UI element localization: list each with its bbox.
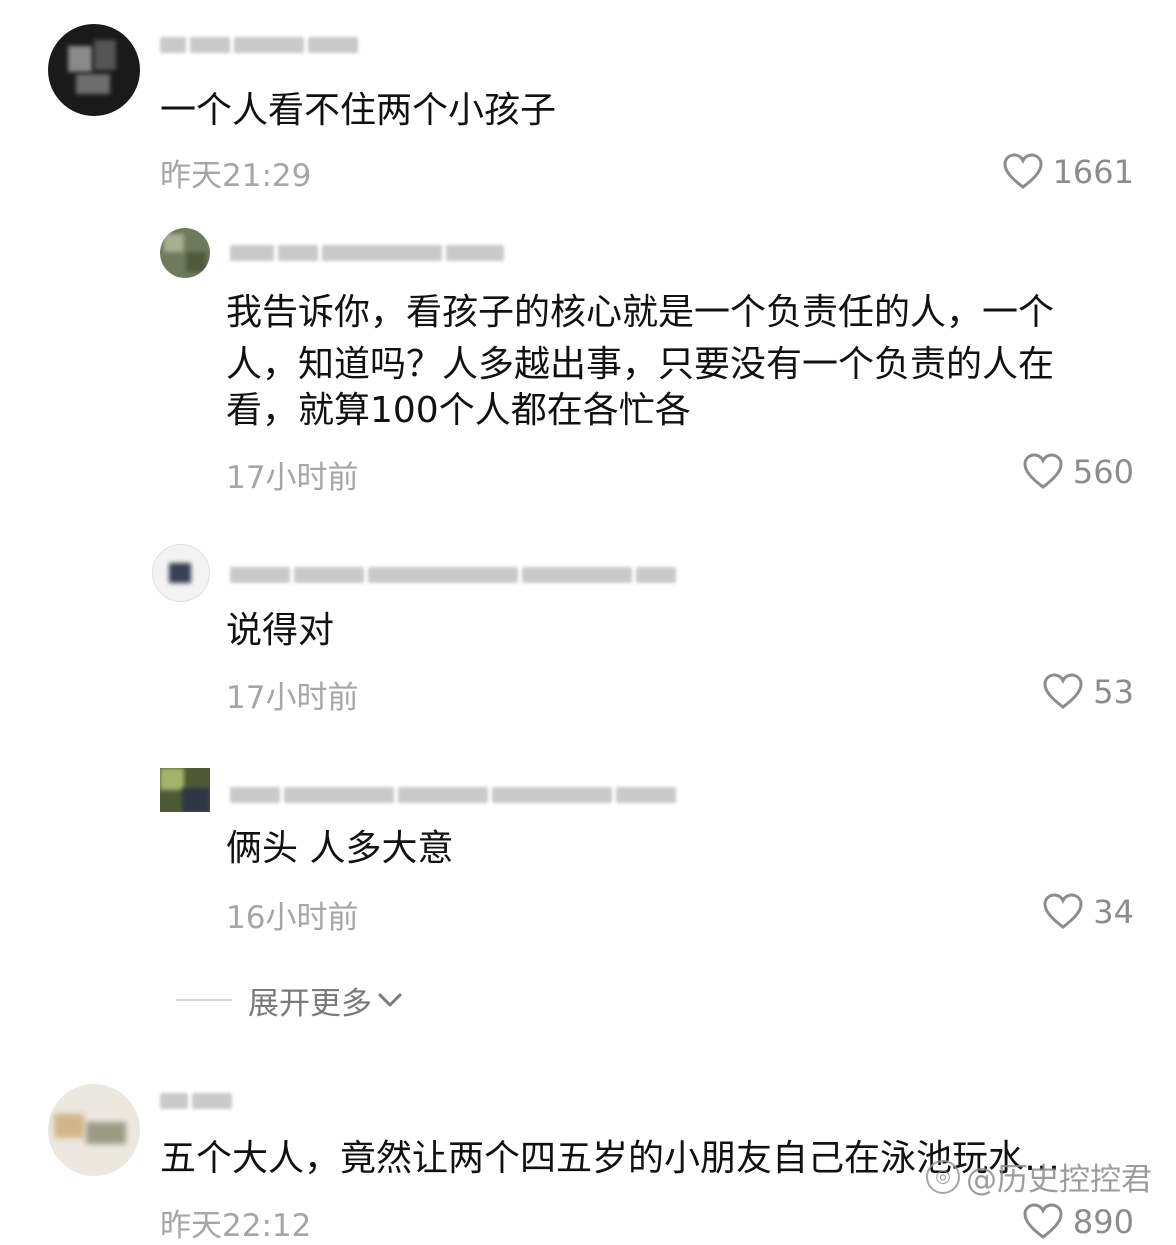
like-button[interactable]: 560 [1023,450,1134,494]
comment-time: 昨天21:29 [160,158,312,194]
comment-time: 17小时前 [226,680,359,716]
comment-text: 俩头 人多大意 [226,828,454,869]
like-count: 34 [1093,893,1134,931]
heart-outline-icon [1043,673,1083,709]
watermark: ◎ @历史控控君 [926,1154,1152,1199]
username-blurred[interactable] [230,242,504,264]
comment-text: 五个大人，竟然让两个四五岁的小朋友自己在泳池玩水… [160,1138,1061,1179]
like-button[interactable]: 1661 [1003,150,1134,194]
comment-time: 16小时前 [226,900,359,936]
username-blurred[interactable] [230,784,676,806]
avatar[interactable] [48,24,140,116]
avatar[interactable] [160,228,210,278]
username-blurred[interactable] [160,1090,232,1112]
avatar[interactable] [152,544,210,602]
comment-text: 一个人看不住两个小孩子 [160,90,557,131]
like-count: 890 [1072,1203,1134,1241]
comment-time: 昨天22:12 [160,1208,312,1244]
watermark-logo-icon: ◎ [926,1159,960,1194]
like-button[interactable]: 34 [1043,890,1134,934]
like-count: 53 [1093,673,1134,711]
heart-outline-icon [1003,153,1043,189]
expand-more-label: 展开更多 [248,985,372,1022]
divider-line [176,999,232,1001]
comment-time: 17小时前 [226,460,359,496]
comment-text: 说得对 [226,610,335,651]
expand-more-button[interactable]: 展开更多 [176,978,404,1022]
avatar[interactable] [160,768,210,812]
like-count: 560 [1072,453,1134,491]
comment-text-line: 我告诉你，看孩子的核心就是一个负责任的人，一个 [226,292,1055,333]
like-button[interactable]: 53 [1043,670,1134,714]
watermark-text: @历史控控君 [966,1162,1152,1198]
heart-outline-icon [1023,453,1063,489]
like-count: 1661 [1052,153,1134,191]
chevron-down-icon [378,993,402,1007]
comment-text-line: 看，就算100个人都在各忙各 [226,390,691,431]
username-blurred[interactable] [160,34,358,56]
heart-outline-icon [1023,1203,1063,1239]
username-blurred[interactable] [230,564,676,586]
like-button[interactable]: 890 [1023,1200,1134,1244]
avatar[interactable] [48,1084,140,1176]
heart-outline-icon [1043,893,1083,929]
